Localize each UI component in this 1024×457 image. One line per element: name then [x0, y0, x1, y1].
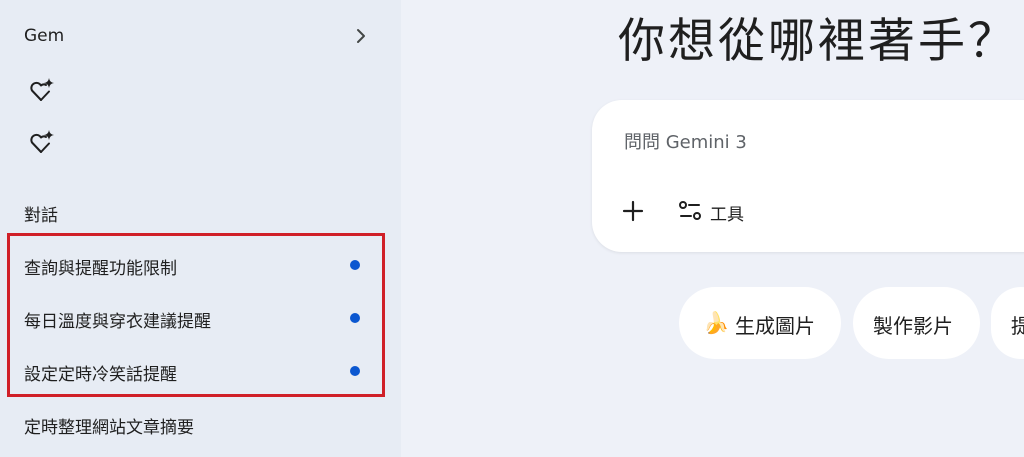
greeting-heading: 你想從哪裡著手？ — [618, 14, 1018, 69]
conversations-heading: 對話 — [24, 206, 58, 226]
prompt-composer: 工具 — [592, 100, 1024, 252]
tools-icon — [679, 201, 701, 220]
chip-label: 提 — [1011, 314, 1024, 338]
main-area: 你想從哪裡著手？ 工具 🍌 生成圖片 製作影片 — [401, 0, 1024, 457]
suggestion-chip-generate-image[interactable]: 🍌 生成圖片 — [679, 287, 841, 359]
prompt-input[interactable] — [624, 132, 1004, 153]
plus-icon[interactable] — [618, 196, 648, 226]
banana-icon: 🍌 — [703, 311, 730, 335]
suggestion-chip-make-video[interactable]: 製作影片 — [853, 287, 980, 359]
tools-label: 工具 — [710, 205, 744, 225]
tools-button[interactable]: 工具 — [678, 196, 758, 226]
sidebar: Gem 對話 查詢與提醒功能限制 每日溫度與穿衣建議提醒 設定定時冷笑話提醒 定… — [0, 0, 401, 457]
chevron-right-icon — [357, 29, 365, 43]
gem-section-toggle[interactable]: Gem — [0, 18, 401, 56]
conversation-item[interactable]: 定時整理網站文章摘要 — [0, 403, 401, 443]
gem-sparkle-icon[interactable] — [28, 76, 56, 104]
chip-label: 製作影片 — [873, 314, 953, 338]
app-window: Gem 對話 查詢與提醒功能限制 每日溫度與穿衣建議提醒 設定定時冷笑話提醒 定… — [0, 0, 1024, 457]
gem-section-label: Gem — [24, 26, 65, 46]
highlight-annotation-box — [7, 233, 385, 397]
gem-sparkle-icon[interactable] — [28, 128, 56, 156]
suggestion-chip-partial[interactable]: 提 — [991, 287, 1024, 359]
conversation-title: 定時整理網站文章摘要 — [24, 418, 194, 438]
chip-label: 生成圖片 — [735, 314, 815, 338]
